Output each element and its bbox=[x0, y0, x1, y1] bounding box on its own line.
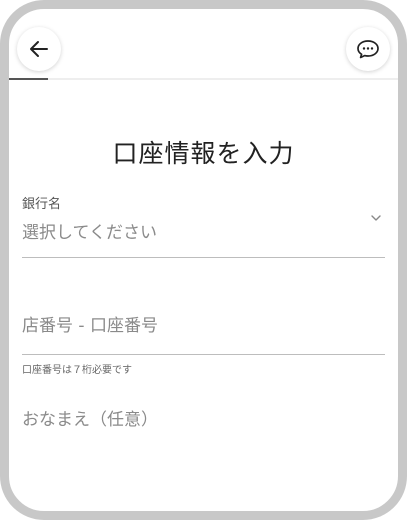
bank-name-select[interactable]: 銀行名 選択してください bbox=[22, 193, 385, 259]
chevron-down-icon bbox=[371, 215, 381, 221]
chat-button[interactable] bbox=[346, 27, 390, 71]
top-bar bbox=[9, 9, 398, 80]
name-placeholder: おなまえ（任意） bbox=[22, 410, 158, 430]
chat-bubble-icon bbox=[357, 40, 379, 59]
account-number-underline bbox=[22, 354, 385, 355]
account-number-helper: 口座番号は７桁必要です bbox=[22, 365, 132, 376]
bank-name-label: 銀行名 bbox=[22, 197, 62, 212]
account-number-placeholder: 店番号 - 口座番号 bbox=[22, 316, 158, 336]
account-number-field[interactable]: 店番号 - 口座番号 bbox=[22, 311, 385, 357]
page-title: 口座情報を入力 bbox=[112, 139, 295, 168]
bank-name-underline bbox=[22, 257, 385, 258]
name-field[interactable]: おなまえ（任意） bbox=[22, 405, 385, 445]
back-button[interactable] bbox=[17, 27, 61, 71]
arrow-left-icon bbox=[30, 41, 48, 57]
progress-bar bbox=[9, 78, 398, 80]
progress-fill bbox=[9, 78, 48, 80]
phone-frame: 口座情報を入力 銀行名 選択してください 店番号 - 口座番号 口座番号は７桁必… bbox=[0, 0, 407, 520]
bank-name-placeholder: 選択してください bbox=[22, 223, 157, 243]
